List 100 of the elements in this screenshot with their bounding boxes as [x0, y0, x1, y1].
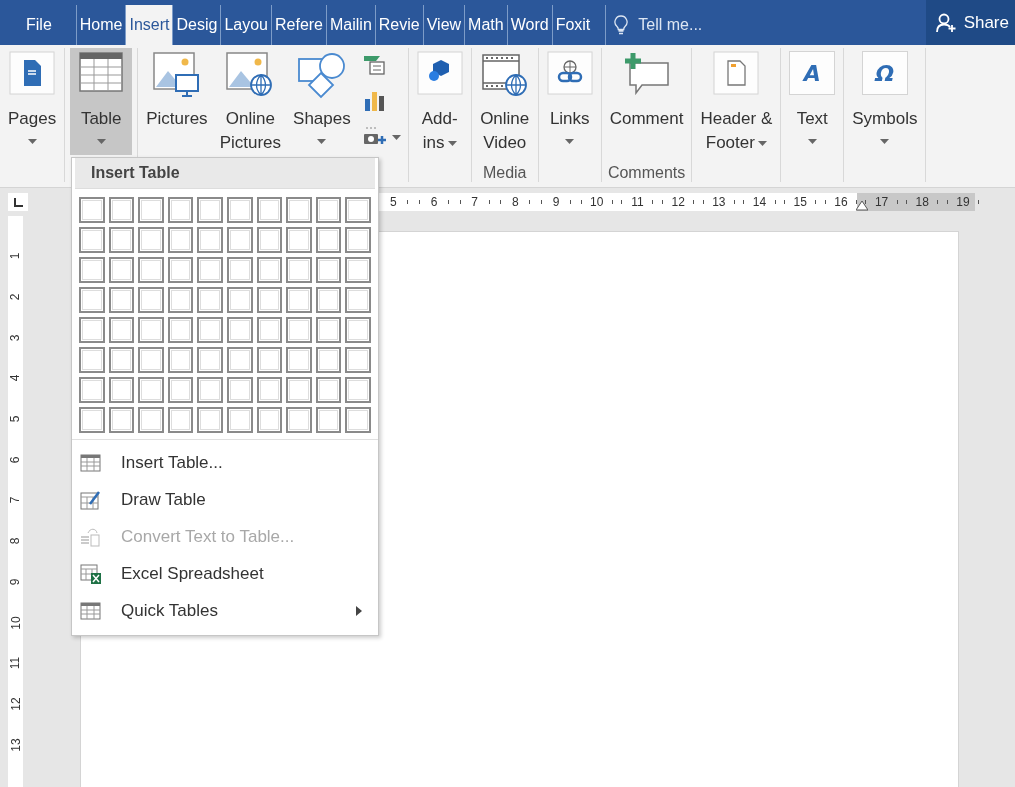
table-size-cell[interactable]: [197, 227, 223, 253]
table-size-cell[interactable]: [138, 287, 164, 313]
ribbon-tab[interactable]: File: [0, 5, 76, 45]
ribbon-button[interactable]: Header & Footer: [697, 48, 776, 155]
table-size-cell[interactable]: [79, 257, 105, 283]
table-size-cell[interactable]: [286, 407, 312, 433]
menu-item[interactable]: Quick Tables: [72, 592, 378, 629]
table-size-cell[interactable]: [345, 227, 371, 253]
table-size-cell[interactable]: [226, 407, 253, 433]
table-size-cell[interactable]: [167, 287, 194, 313]
table-size-cell[interactable]: [197, 287, 223, 313]
table-size-cell[interactable]: [197, 197, 223, 223]
ribbon-button[interactable]: Online Video: [476, 48, 533, 155]
table-size-cell[interactable]: [256, 317, 283, 343]
table-size-cell[interactable]: [167, 377, 194, 403]
table-size-cell[interactable]: [345, 347, 371, 373]
table-size-cell[interactable]: [138, 347, 164, 373]
table-size-cell[interactable]: [108, 257, 135, 283]
table-size-cell[interactable]: [79, 197, 105, 223]
table-size-cell[interactable]: [138, 407, 164, 433]
ribbon-button[interactable]: A Text: [786, 48, 839, 155]
table-size-cell[interactable]: [108, 287, 135, 313]
table-size-cell[interactable]: [197, 347, 223, 373]
table-size-cell[interactable]: [138, 317, 164, 343]
table-size-cell[interactable]: [79, 287, 105, 313]
table-size-cell[interactable]: [315, 317, 342, 343]
table-size-cell[interactable]: [226, 257, 253, 283]
table-size-cell[interactable]: [256, 227, 283, 253]
table-size-cell[interactable]: [286, 377, 312, 403]
ribbon-button[interactable]: Online Pictures: [216, 48, 285, 155]
table-size-cell[interactable]: [197, 407, 223, 433]
table-size-cell[interactable]: [315, 377, 342, 403]
table-size-cell[interactable]: [345, 197, 371, 223]
table-size-cell[interactable]: [345, 287, 371, 313]
table-size-cell[interactable]: [167, 317, 194, 343]
menu-item[interactable]: Insert Table...: [72, 444, 378, 481]
table-size-cell[interactable]: [345, 317, 371, 343]
table-size-cell[interactable]: [108, 317, 135, 343]
table-size-cell[interactable]: [256, 347, 283, 373]
table-size-cell[interactable]: [256, 377, 283, 403]
ribbon-button[interactable]: Add- ins: [413, 48, 466, 155]
table-size-cell[interactable]: [315, 347, 342, 373]
table-size-cell[interactable]: [315, 257, 342, 283]
tell-me-field[interactable]: Tell me...: [636, 15, 731, 35]
menu-item[interactable]: Excel Spreadsheet: [72, 555, 378, 592]
ribbon-button[interactable]: Links: [543, 48, 596, 155]
ribbon-button[interactable]: Comment: [606, 48, 687, 155]
table-size-cell[interactable]: [315, 287, 342, 313]
table-size-cell[interactable]: [167, 407, 194, 433]
table-size-cell[interactable]: [138, 257, 164, 283]
table-size-cell[interactable]: [108, 377, 135, 403]
table-size-cell[interactable]: [79, 377, 105, 403]
table-size-cell[interactable]: [197, 317, 223, 343]
ribbon-button[interactable]: Table: [70, 48, 133, 155]
table-size-cell[interactable]: [108, 227, 135, 253]
table-size-cell[interactable]: [226, 377, 253, 403]
ribbon-button[interactable]: Shapes: [290, 48, 354, 155]
table-size-cell[interactable]: [286, 287, 312, 313]
tab-selector[interactable]: [8, 193, 28, 211]
table-size-cell[interactable]: [167, 227, 194, 253]
table-size-cell[interactable]: [315, 227, 342, 253]
table-size-cell[interactable]: [79, 227, 105, 253]
share-button[interactable]: Share: [925, 0, 1015, 45]
table-size-cell[interactable]: [256, 197, 283, 223]
table-size-cell[interactable]: [286, 197, 312, 223]
table-size-cell[interactable]: [286, 317, 312, 343]
table-size-cell[interactable]: [226, 347, 253, 373]
table-size-cell[interactable]: [79, 317, 105, 343]
table-size-cell[interactable]: [345, 377, 371, 403]
table-size-cell[interactable]: [197, 377, 223, 403]
table-size-cell[interactable]: [226, 227, 253, 253]
table-size-cell[interactable]: [256, 407, 283, 433]
table-size-cell[interactable]: [167, 347, 194, 373]
table-size-cell[interactable]: [256, 287, 283, 313]
ribbon-button[interactable]: Ω Symbols: [849, 48, 921, 155]
indent-marker-icon[interactable]: [856, 201, 868, 211]
table-size-cell[interactable]: [226, 317, 253, 343]
table-size-cell[interactable]: [138, 227, 164, 253]
table-size-cell[interactable]: [286, 227, 312, 253]
table-size-cell[interactable]: [256, 257, 283, 283]
table-size-cell[interactable]: [286, 347, 312, 373]
table-size-cell[interactable]: [197, 257, 223, 283]
ribbon-button[interactable]: Pages: [5, 48, 60, 155]
table-size-cell[interactable]: [79, 407, 105, 433]
table-size-cell[interactable]: [167, 197, 194, 223]
table-size-cell[interactable]: [315, 197, 342, 223]
table-size-cell[interactable]: [79, 347, 105, 373]
ribbon-tab[interactable]: Insert: [125, 5, 173, 45]
table-size-cell[interactable]: [345, 257, 371, 283]
table-size-cell[interactable]: [138, 377, 164, 403]
table-size-cell[interactable]: [138, 197, 164, 223]
table-size-cell[interactable]: [226, 287, 253, 313]
ribbon-button[interactable]: Pictures: [143, 48, 211, 155]
menu-item[interactable]: Draw Table: [72, 481, 378, 518]
table-size-cell[interactable]: [315, 407, 342, 433]
table-size-cell[interactable]: [286, 257, 312, 283]
table-size-cell[interactable]: [167, 257, 194, 283]
table-size-cell[interactable]: [108, 407, 135, 433]
table-size-cell[interactable]: [345, 407, 371, 433]
table-size-cell[interactable]: [108, 197, 135, 223]
